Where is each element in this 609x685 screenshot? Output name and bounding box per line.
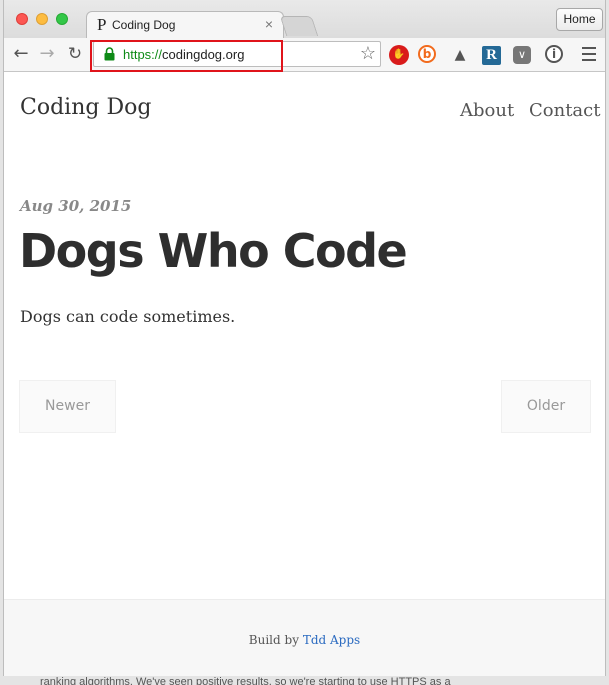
new-tab-button[interactable] (279, 16, 319, 36)
newer-button[interactable]: Newer (19, 380, 116, 433)
post-date: Aug 30, 2015 (20, 197, 132, 215)
maximize-window-button[interactable] (56, 13, 68, 25)
nav-link-contact[interactable]: Contact (529, 100, 600, 121)
web-page: Coding Dog About Contact Aug 30, 2015 Do… (4, 73, 605, 676)
tab-close-icon[interactable]: × (265, 16, 273, 32)
site-title[interactable]: Coding Dog (20, 95, 151, 120)
password-manager-icon[interactable]: i (545, 45, 563, 63)
pocket-extension-icon[interactable]: ∨ (513, 46, 531, 64)
back-arrow-icon[interactable]: ← (10, 43, 32, 65)
favicon-icon: P (97, 15, 107, 34)
footer: Build by Tdd Apps (4, 599, 605, 676)
bookmark-star-icon[interactable]: ☆ (360, 43, 376, 64)
browser-window: P Coding Dog × Home ← → ↻ https://coding… (3, 0, 606, 676)
tab-coding-dog[interactable]: P Coding Dog × (86, 11, 284, 38)
b-extension-icon[interactable]: b (418, 45, 436, 63)
hat-extension-icon[interactable]: ▲ (450, 45, 470, 65)
minimize-window-button[interactable] (36, 13, 48, 25)
background-text: ranking algorithms. We've seen positive … (40, 676, 451, 685)
post-title[interactable]: Dogs Who Code (19, 224, 408, 278)
close-window-button[interactable] (16, 13, 28, 25)
forward-arrow-icon[interactable]: → (36, 43, 58, 65)
reload-icon[interactable]: ↻ (64, 43, 86, 65)
hamburger-menu-icon[interactable] (582, 47, 596, 65)
nav-link-about[interactable]: About (460, 100, 514, 121)
post-body: Dogs can code sometimes. (20, 307, 236, 326)
stop-hand-extension-icon[interactable]: ✋ (389, 45, 409, 65)
footer-link-tdd-apps[interactable]: Tdd Apps (303, 633, 360, 647)
home-button[interactable]: Home (556, 8, 603, 31)
older-button[interactable]: Older (501, 380, 591, 433)
footer-prefix: Build by (248, 633, 299, 647)
r-extension-icon[interactable]: R (482, 46, 501, 65)
url-highlight-box (90, 40, 283, 72)
titlebar: P Coding Dog × Home (4, 0, 605, 38)
tab-title: Coding Dog (112, 18, 176, 32)
